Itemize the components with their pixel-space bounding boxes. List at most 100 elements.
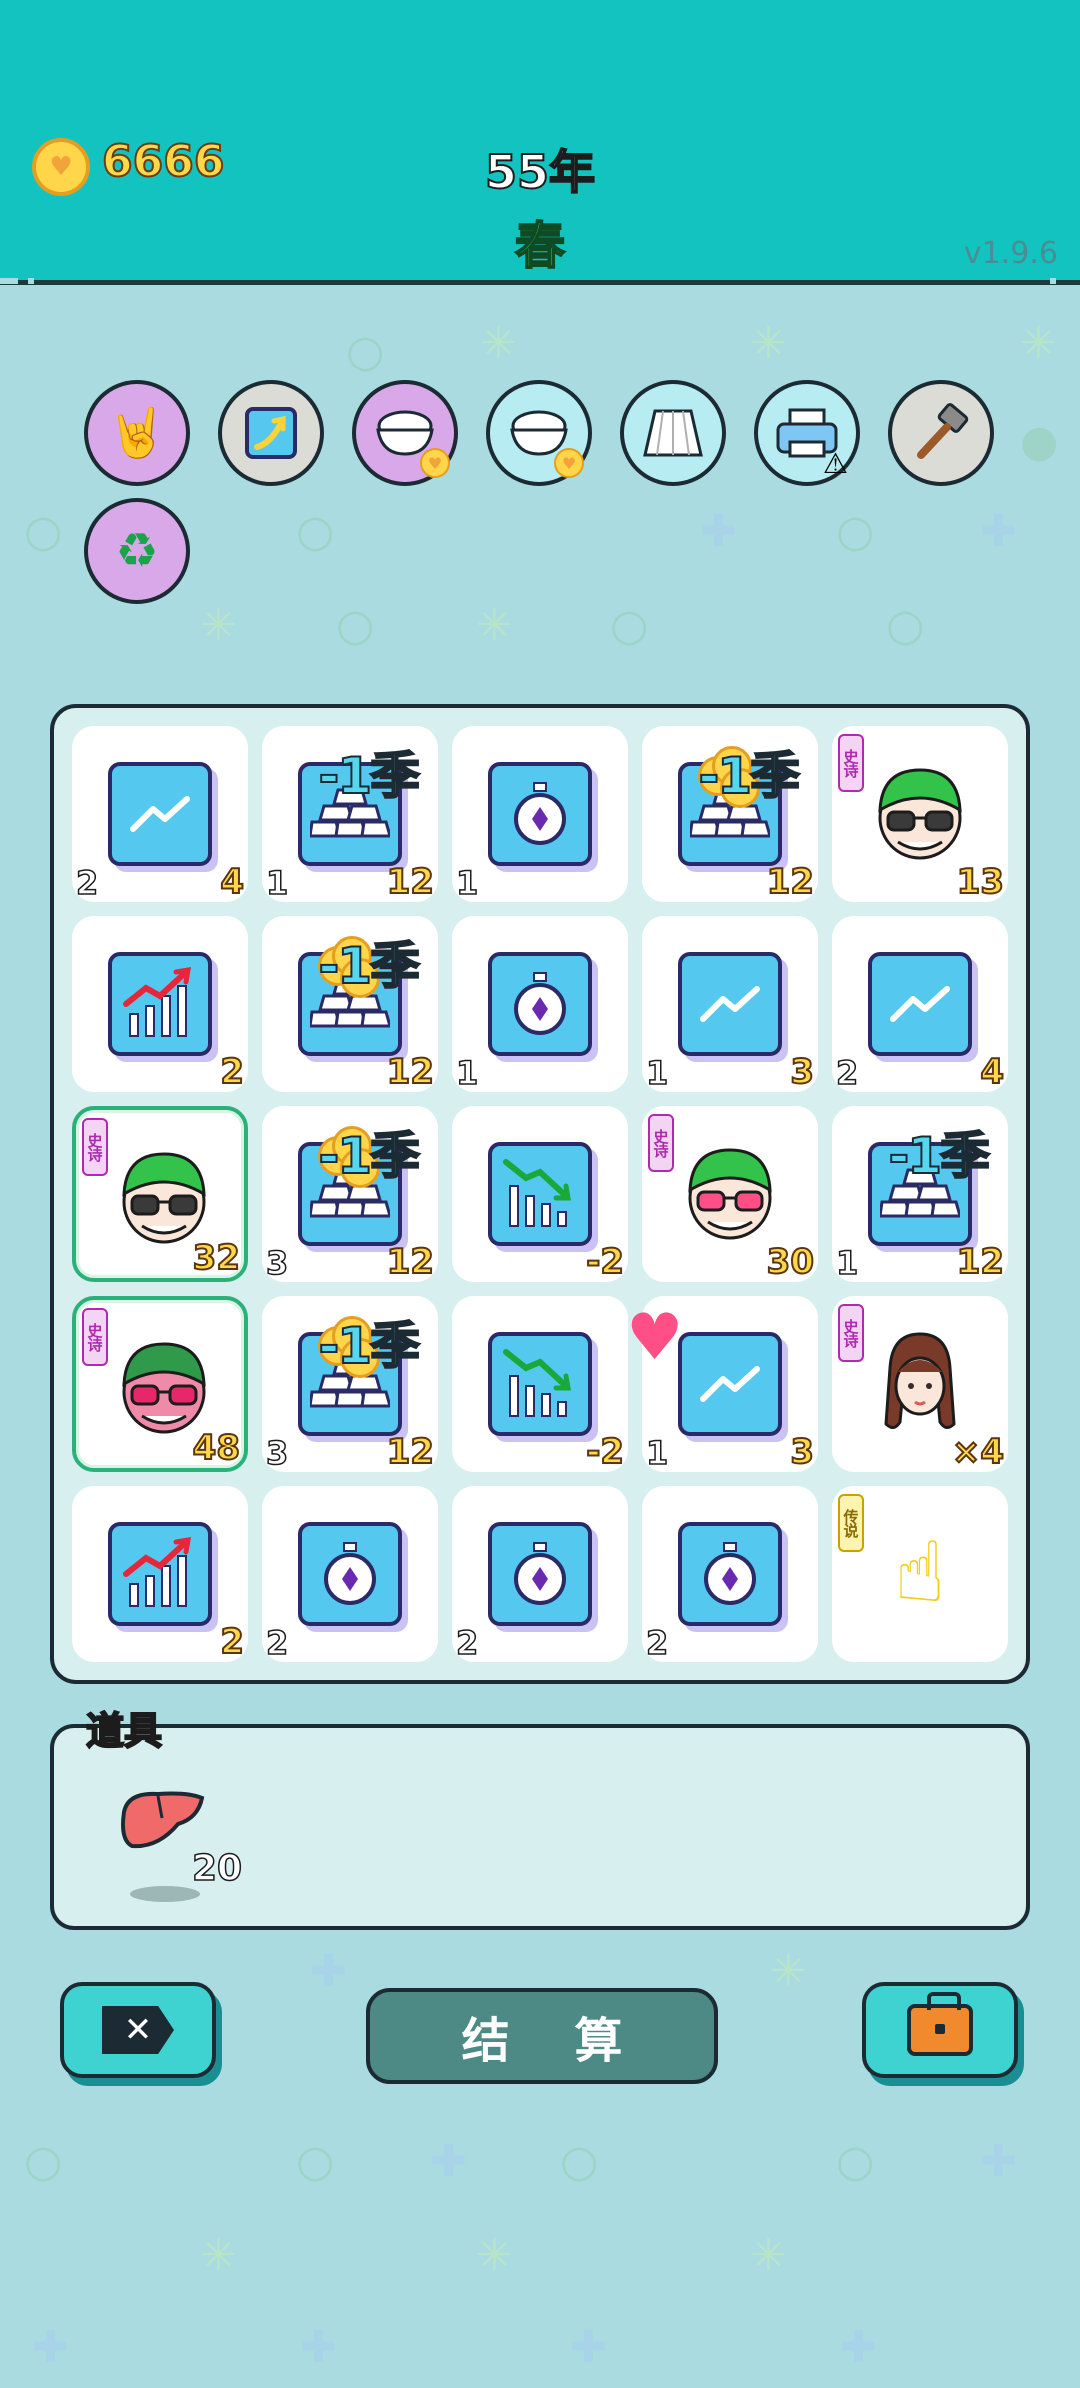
cell-count: 3 <box>265 1433 289 1473</box>
cell-count: 2 <box>455 1623 479 1663</box>
bg-ring-icon: ○ <box>336 600 375 651</box>
cell-value: 12 <box>386 1241 435 1283</box>
rarity-badge: 史诗 <box>82 1308 108 1366</box>
trend-up-icon <box>678 1332 782 1436</box>
bg-plus-icon: ✚ <box>430 2136 467 2187</box>
bg-star-icon: ✳ <box>476 2230 513 2281</box>
board-cell[interactable]: 13 <box>642 916 818 1093</box>
cell-value: 12 <box>386 1051 435 1093</box>
bg-ring-icon: ○ <box>610 600 649 651</box>
skill-trend-card[interactable] <box>218 380 324 486</box>
season-penalty-label: -1季 <box>317 1126 421 1186</box>
board-cell[interactable]: 1 <box>452 726 628 903</box>
cell-value: 13 <box>956 861 1005 903</box>
bg-ring-icon: ○ <box>296 2136 335 2187</box>
cell-count: 1 <box>265 863 289 903</box>
cell-count: 1 <box>455 1053 479 1093</box>
skill-rock-hand[interactable]: 🤘 <box>84 380 190 486</box>
season-penalty-label: -1季 <box>887 1126 991 1186</box>
bg-ring-icon: ● <box>1020 416 1059 467</box>
board-cell[interactable]: 史诗 48 <box>72 1296 248 1472</box>
board-cell[interactable]: 史诗 ×4 <box>832 1296 1008 1473</box>
stopwatch-icon <box>488 762 592 866</box>
cell-value: 4 <box>979 1051 1005 1093</box>
bg-ring-icon: ○ <box>296 506 335 557</box>
bg-star-icon: ✳ <box>476 600 513 651</box>
season-penalty-label: -1季 <box>697 746 801 806</box>
board-cell[interactable]: -1季 12 <box>262 916 438 1093</box>
cell-count: 2 <box>835 1053 859 1093</box>
cell-value: 3 <box>789 1051 815 1093</box>
liver-icon[interactable] <box>118 1788 208 1854</box>
board-cell[interactable]: 2 <box>452 1486 628 1663</box>
cell-count: 3 <box>265 1243 289 1283</box>
board-cell[interactable]: 24 <box>72 726 248 903</box>
board-cell[interactable]: 史诗 13 <box>832 726 1008 903</box>
bg-plus-icon: ✚ <box>310 1946 347 1997</box>
bg-ring-icon: ○ <box>24 2136 63 2187</box>
bg-plus-icon: ✚ <box>570 2322 607 2373</box>
cell-value: 12 <box>386 1431 435 1473</box>
close-button[interactable]: ✕ <box>60 1982 216 2078</box>
recycle-icon: ♻ <box>115 523 159 579</box>
season-penalty-label: -1季 <box>317 1316 421 1376</box>
bag-button[interactable] <box>862 1982 1018 2078</box>
board-cell[interactable]: 1 <box>452 916 628 1093</box>
bg-star-icon: ✳ <box>480 318 517 369</box>
skirt-icon <box>643 409 703 457</box>
cell-value: 12 <box>386 861 435 903</box>
board-cell[interactable]: -2 <box>452 1296 628 1473</box>
pointing-hand-icon: ☝ <box>894 1523 946 1621</box>
board-cell[interactable]: 2 <box>642 1486 818 1663</box>
board-cell[interactable]: -1季 12 <box>642 726 818 903</box>
board-cell[interactable]: 史诗 30 <box>642 1106 818 1283</box>
trend-up-icon <box>108 762 212 866</box>
coin-badge-icon: ♥ <box>554 448 584 478</box>
face-heart-glasses-icon <box>674 1136 786 1248</box>
rarity-badge: 史诗 <box>648 1114 674 1172</box>
skill-rice-bowl[interactable]: ♥ <box>352 380 458 486</box>
board-cell[interactable]: -1季 3 12 <box>262 1106 438 1283</box>
face-pink-glow-icon <box>108 1330 220 1442</box>
rarity-badge: 史诗 <box>82 1118 108 1176</box>
settle-button[interactable]: 结 算 <box>366 1988 718 2084</box>
briefcase-icon <box>907 1992 973 2056</box>
rarity-badge: 史诗 <box>838 1304 864 1362</box>
skill-hammer[interactable] <box>888 380 994 486</box>
bg-plus-icon: ✚ <box>300 2322 337 2373</box>
season-label: 春 <box>514 216 566 276</box>
board-cell[interactable]: 2 <box>72 1486 248 1663</box>
bg-star-icon: ✳ <box>750 2230 787 2281</box>
skill-recycle[interactable]: ♻ <box>84 498 190 604</box>
season-penalty-label: -1季 <box>317 746 421 806</box>
bg-plus-icon: ✚ <box>700 506 737 557</box>
board-cell[interactable]: -1季 3 12 <box>262 1296 438 1473</box>
trend-up-icon <box>678 952 782 1056</box>
skill-skirt[interactable] <box>620 380 726 486</box>
board-cell[interactable]: 24 <box>832 916 1008 1093</box>
skill-rice-bowl-2[interactable]: ♥ <box>486 380 592 486</box>
board-cell[interactable]: -1季 1 12 <box>262 726 438 903</box>
year-label: 55年 <box>484 144 596 200</box>
board-cell[interactable]: 2 <box>262 1486 438 1663</box>
cell-value: 4 <box>219 861 245 903</box>
season-penalty-label: -1季 <box>317 936 421 996</box>
board-cell[interactable]: 2 <box>72 916 248 1093</box>
cell-count: 2 <box>75 863 99 903</box>
bar-chart-down-icon <box>488 1332 592 1436</box>
board-cell[interactable]: ☝ 传说 <box>832 1486 1008 1662</box>
version-label: v1.9.6 <box>963 236 1058 271</box>
rarity-badge: 传说 <box>838 1494 864 1552</box>
cell-count: 1 <box>455 863 479 903</box>
item-count: 20 <box>191 1847 243 1890</box>
girl-braids-icon <box>864 1326 976 1438</box>
bg-star-icon: ✳ <box>750 318 787 369</box>
items-label: 道具 <box>85 1708 163 1754</box>
cell-value: 2 <box>219 1051 245 1093</box>
board-cell[interactable]: 史诗 32 <box>72 1106 248 1282</box>
board-cell[interactable]: -1季 1 12 <box>832 1106 1008 1283</box>
skill-printer[interactable]: ⚠ <box>754 380 860 486</box>
warning-icon: ⚠ <box>822 447 848 480</box>
bg-ring-icon: ○ <box>24 506 63 557</box>
board-cell[interactable]: -2 <box>452 1106 628 1283</box>
